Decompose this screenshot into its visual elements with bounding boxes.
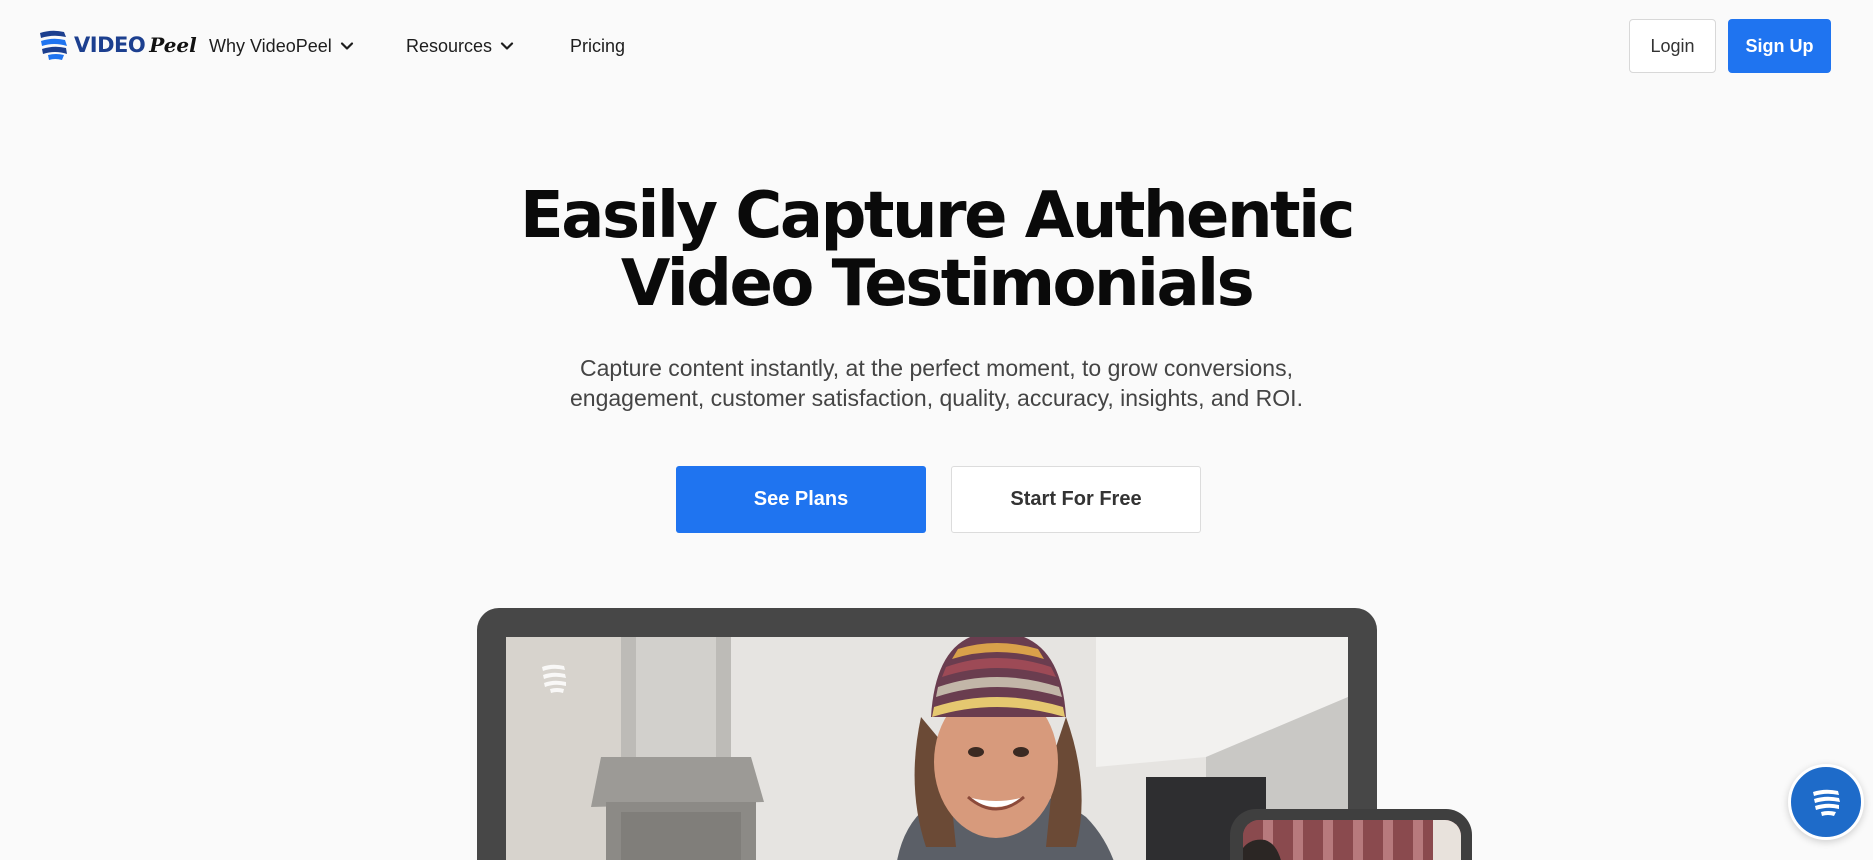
nav-label: Pricing xyxy=(570,35,626,56)
nav-label: Why VideoPeel xyxy=(209,35,332,56)
nav-pricing[interactable]: Pricing xyxy=(570,34,625,58)
chat-widget-button[interactable] xyxy=(1788,764,1864,840)
video-frame-illustration xyxy=(506,637,1348,860)
nav-why-videopeel[interactable]: Why VideoPeel xyxy=(209,34,354,58)
hero-title-line-1: Easily Capture Authentic xyxy=(520,179,1355,253)
videopeel-logo-icon xyxy=(40,30,67,60)
hero-subtitle-line-1: Capture content instantly, at the perfec… xyxy=(580,355,1293,381)
logo-wordmark: VIDEO xyxy=(74,33,146,57)
login-button[interactable]: Login xyxy=(1629,19,1716,73)
signup-button[interactable]: Sign Up xyxy=(1728,19,1831,73)
see-plans-button[interactable]: See Plans xyxy=(676,466,926,533)
hero-subtitle: Capture content instantly, at the perfec… xyxy=(0,353,1873,413)
hero-title: Easily Capture Authentic Video Testimoni… xyxy=(0,182,1873,318)
phone-video-illustration xyxy=(1243,820,1461,860)
chevron-down-icon xyxy=(500,42,514,50)
logo-script: Peel xyxy=(149,33,197,57)
testimonial-video[interactable] xyxy=(506,637,1348,860)
nav-resources[interactable]: Resources xyxy=(406,34,514,58)
site-logo[interactable]: VIDEO Peel xyxy=(38,28,197,62)
hero-subtitle-line-2: engagement, customer satisfaction, quali… xyxy=(570,385,1303,411)
site-header: VIDEO Peel Why VideoPeel Resources Prici… xyxy=(0,0,1873,92)
chat-widget-icon xyxy=(1813,789,1840,816)
chevron-down-icon xyxy=(340,42,353,50)
hero-title-line-2: Video Testimonials xyxy=(620,247,1255,321)
start-for-free-button[interactable]: Start For Free xyxy=(951,466,1201,533)
nav-label: Resources xyxy=(406,35,493,56)
phone-preview[interactable] xyxy=(1243,820,1461,860)
